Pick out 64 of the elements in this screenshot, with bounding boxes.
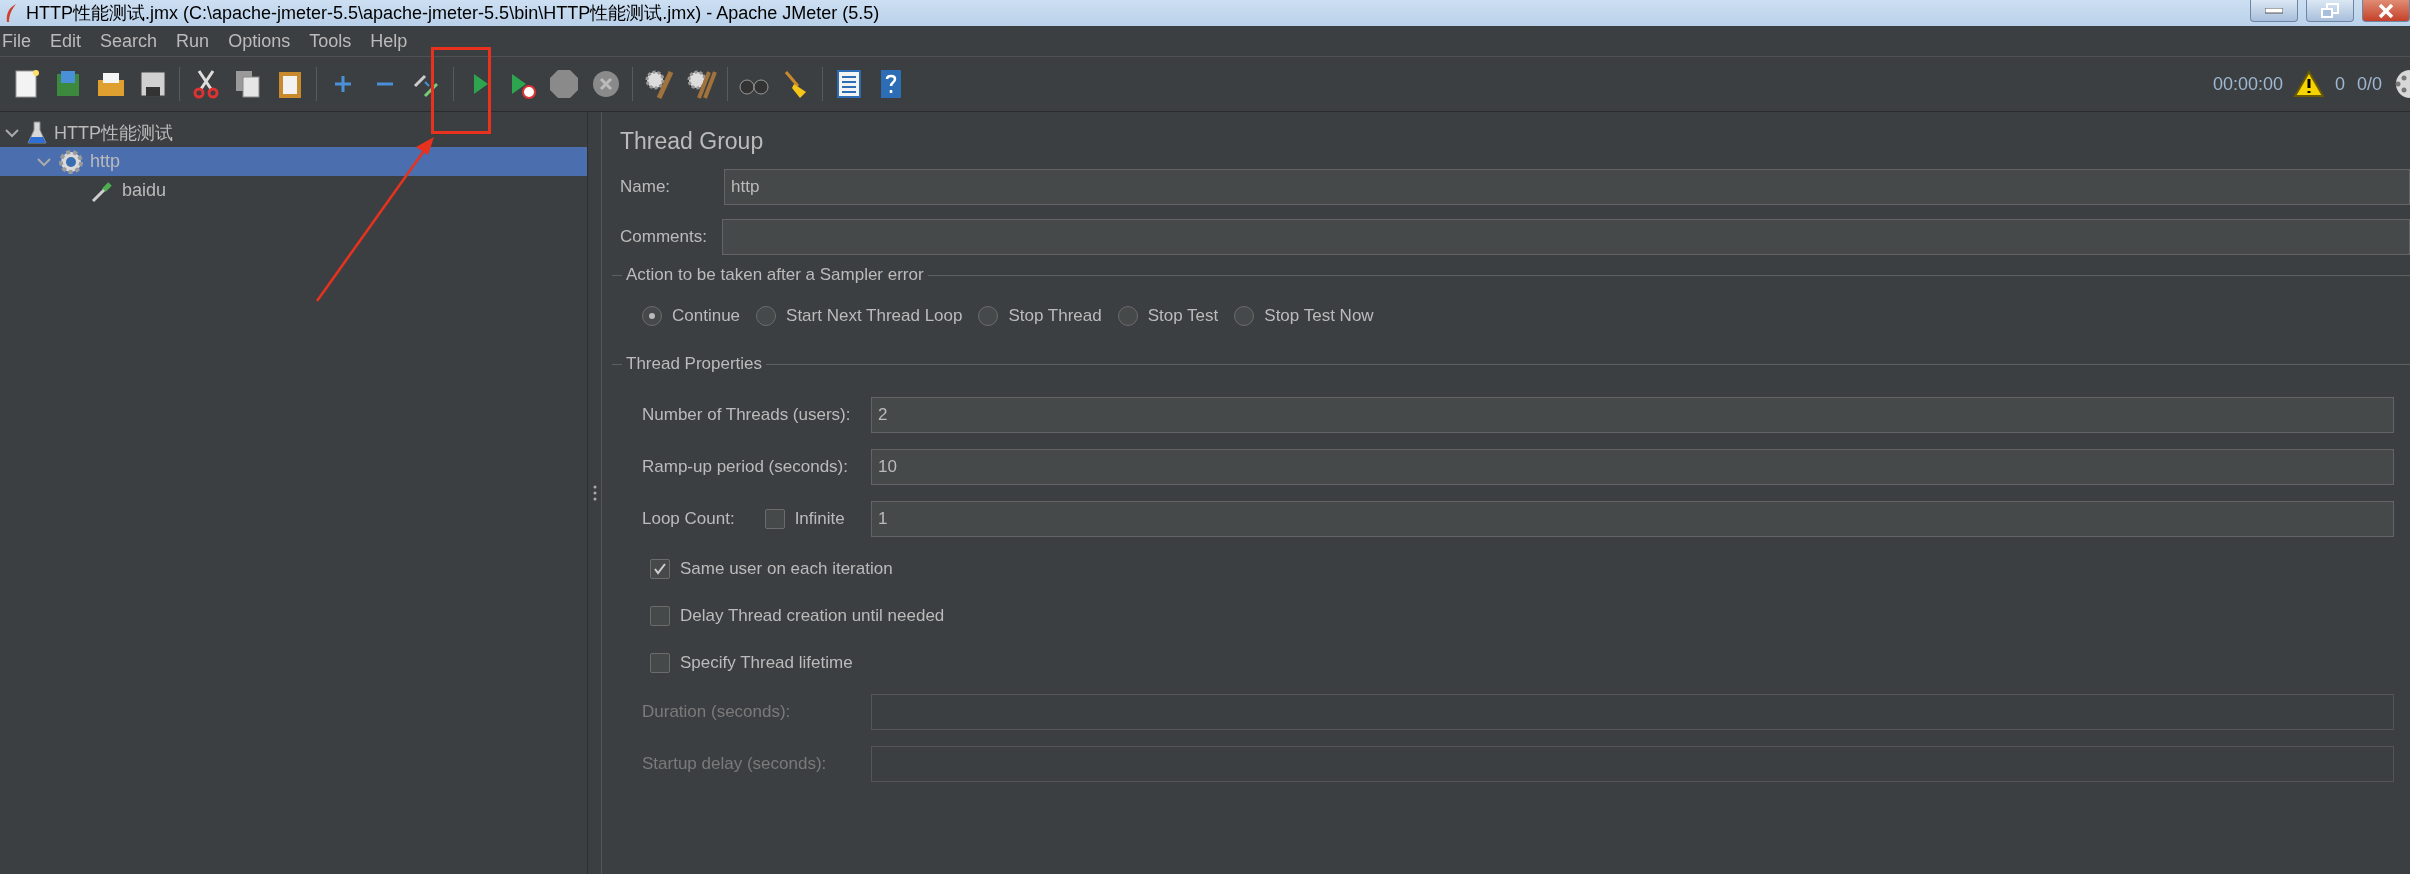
radio-label: Stop Test Now	[1264, 306, 1374, 326]
checkbox-label: Specify Thread lifetime	[680, 652, 853, 673]
group-title: Action to be taken after a Sampler error	[622, 265, 928, 285]
radio-button[interactable]	[1117, 306, 1138, 326]
splitter-grip-icon[interactable]	[592, 485, 597, 501]
radio-label: Start Next Thread Loop	[786, 306, 963, 326]
field-label: Name:	[620, 177, 672, 197]
warning-count: 0	[2334, 73, 2345, 95]
loop-count-field[interactable]: 1	[871, 501, 2394, 537]
stop-icon[interactable]	[548, 68, 580, 100]
menu-item[interactable]: File	[0, 30, 42, 52]
elapsed-time: 00:00:00	[2212, 73, 2283, 95]
radio-label: Stop Thread	[1008, 306, 1102, 326]
field-label: Loop Count:	[642, 509, 735, 529]
field-label: Ramp-up period (seconds):	[642, 457, 849, 477]
warning-icon[interactable]	[2292, 70, 2325, 98]
close-button[interactable]	[2362, 0, 2410, 22]
restore-icon	[2320, 2, 2340, 19]
window-title: HTTP性能测试.jmx (C:\apache-jmeter-5.5\apache-jmeter-5.5\bin\HTTP性能测试.jmx) - Apache JMeter (5.5)	[26, 2, 881, 25]
gear-icon	[58, 148, 84, 175]
tree-label: baidu	[122, 180, 167, 201]
menu-item[interactable]: Tools	[307, 30, 363, 52]
group-title: Thread Properties	[622, 354, 767, 374]
menu-item[interactable]: Help	[368, 30, 419, 52]
menu-item[interactable]: Options	[226, 30, 302, 52]
menu-item[interactable]: Edit	[48, 30, 93, 52]
radio-button[interactable]	[756, 306, 777, 326]
minimize-icon	[2265, 7, 2283, 14]
tree-label: HTTP性能测试	[54, 121, 173, 145]
checkbox[interactable]	[650, 558, 670, 579]
flask-icon	[26, 119, 48, 146]
clear-all-icon[interactable]	[685, 68, 717, 100]
clear-icon[interactable]	[643, 68, 675, 100]
checkbox[interactable]	[650, 652, 670, 673]
radio-button[interactable]	[642, 306, 662, 326]
checkbox[interactable]	[764, 509, 785, 529]
checkbox[interactable]	[650, 605, 670, 626]
field-label: Comments:	[620, 227, 708, 247]
minimize-button[interactable]	[2250, 0, 2298, 22]
checkbox-label: Delay Thread creation until needed	[680, 605, 945, 626]
checkbox-label: Same user on each iteration	[680, 558, 893, 579]
checkbox-label: Infinite	[794, 509, 845, 529]
shutdown-icon[interactable]	[590, 68, 622, 100]
radio-button[interactable]	[978, 306, 999, 326]
restore-button[interactable]	[2306, 0, 2354, 22]
tree-row[interactable]: baidu	[0, 176, 587, 205]
comments-field[interactable]	[722, 219, 2410, 255]
menu-item[interactable]: Search	[98, 30, 169, 52]
field-label: Startup delay (seconds):	[642, 754, 828, 774]
field-label: Number of Threads (users):	[642, 405, 852, 425]
rampup-field[interactable]: 10	[871, 449, 2394, 485]
thread-count: 0/0	[2356, 73, 2382, 95]
radio-button[interactable]	[1234, 306, 1255, 326]
radio-label: Continue	[672, 306, 741, 326]
threads-field[interactable]: 2	[871, 397, 2394, 433]
close-icon	[2377, 2, 2395, 19]
field-label: Duration (seconds):	[642, 702, 792, 722]
menu-item[interactable]: Run	[174, 30, 221, 52]
tree-row[interactable]: HTTP性能测试	[0, 118, 587, 147]
tree-label: http	[90, 151, 121, 172]
panel-title: Thread Group	[620, 128, 765, 155]
name-field[interactable]: http	[724, 169, 2410, 205]
feather-icon	[4, 3, 18, 23]
radio-label: Stop Test	[1147, 306, 1219, 326]
